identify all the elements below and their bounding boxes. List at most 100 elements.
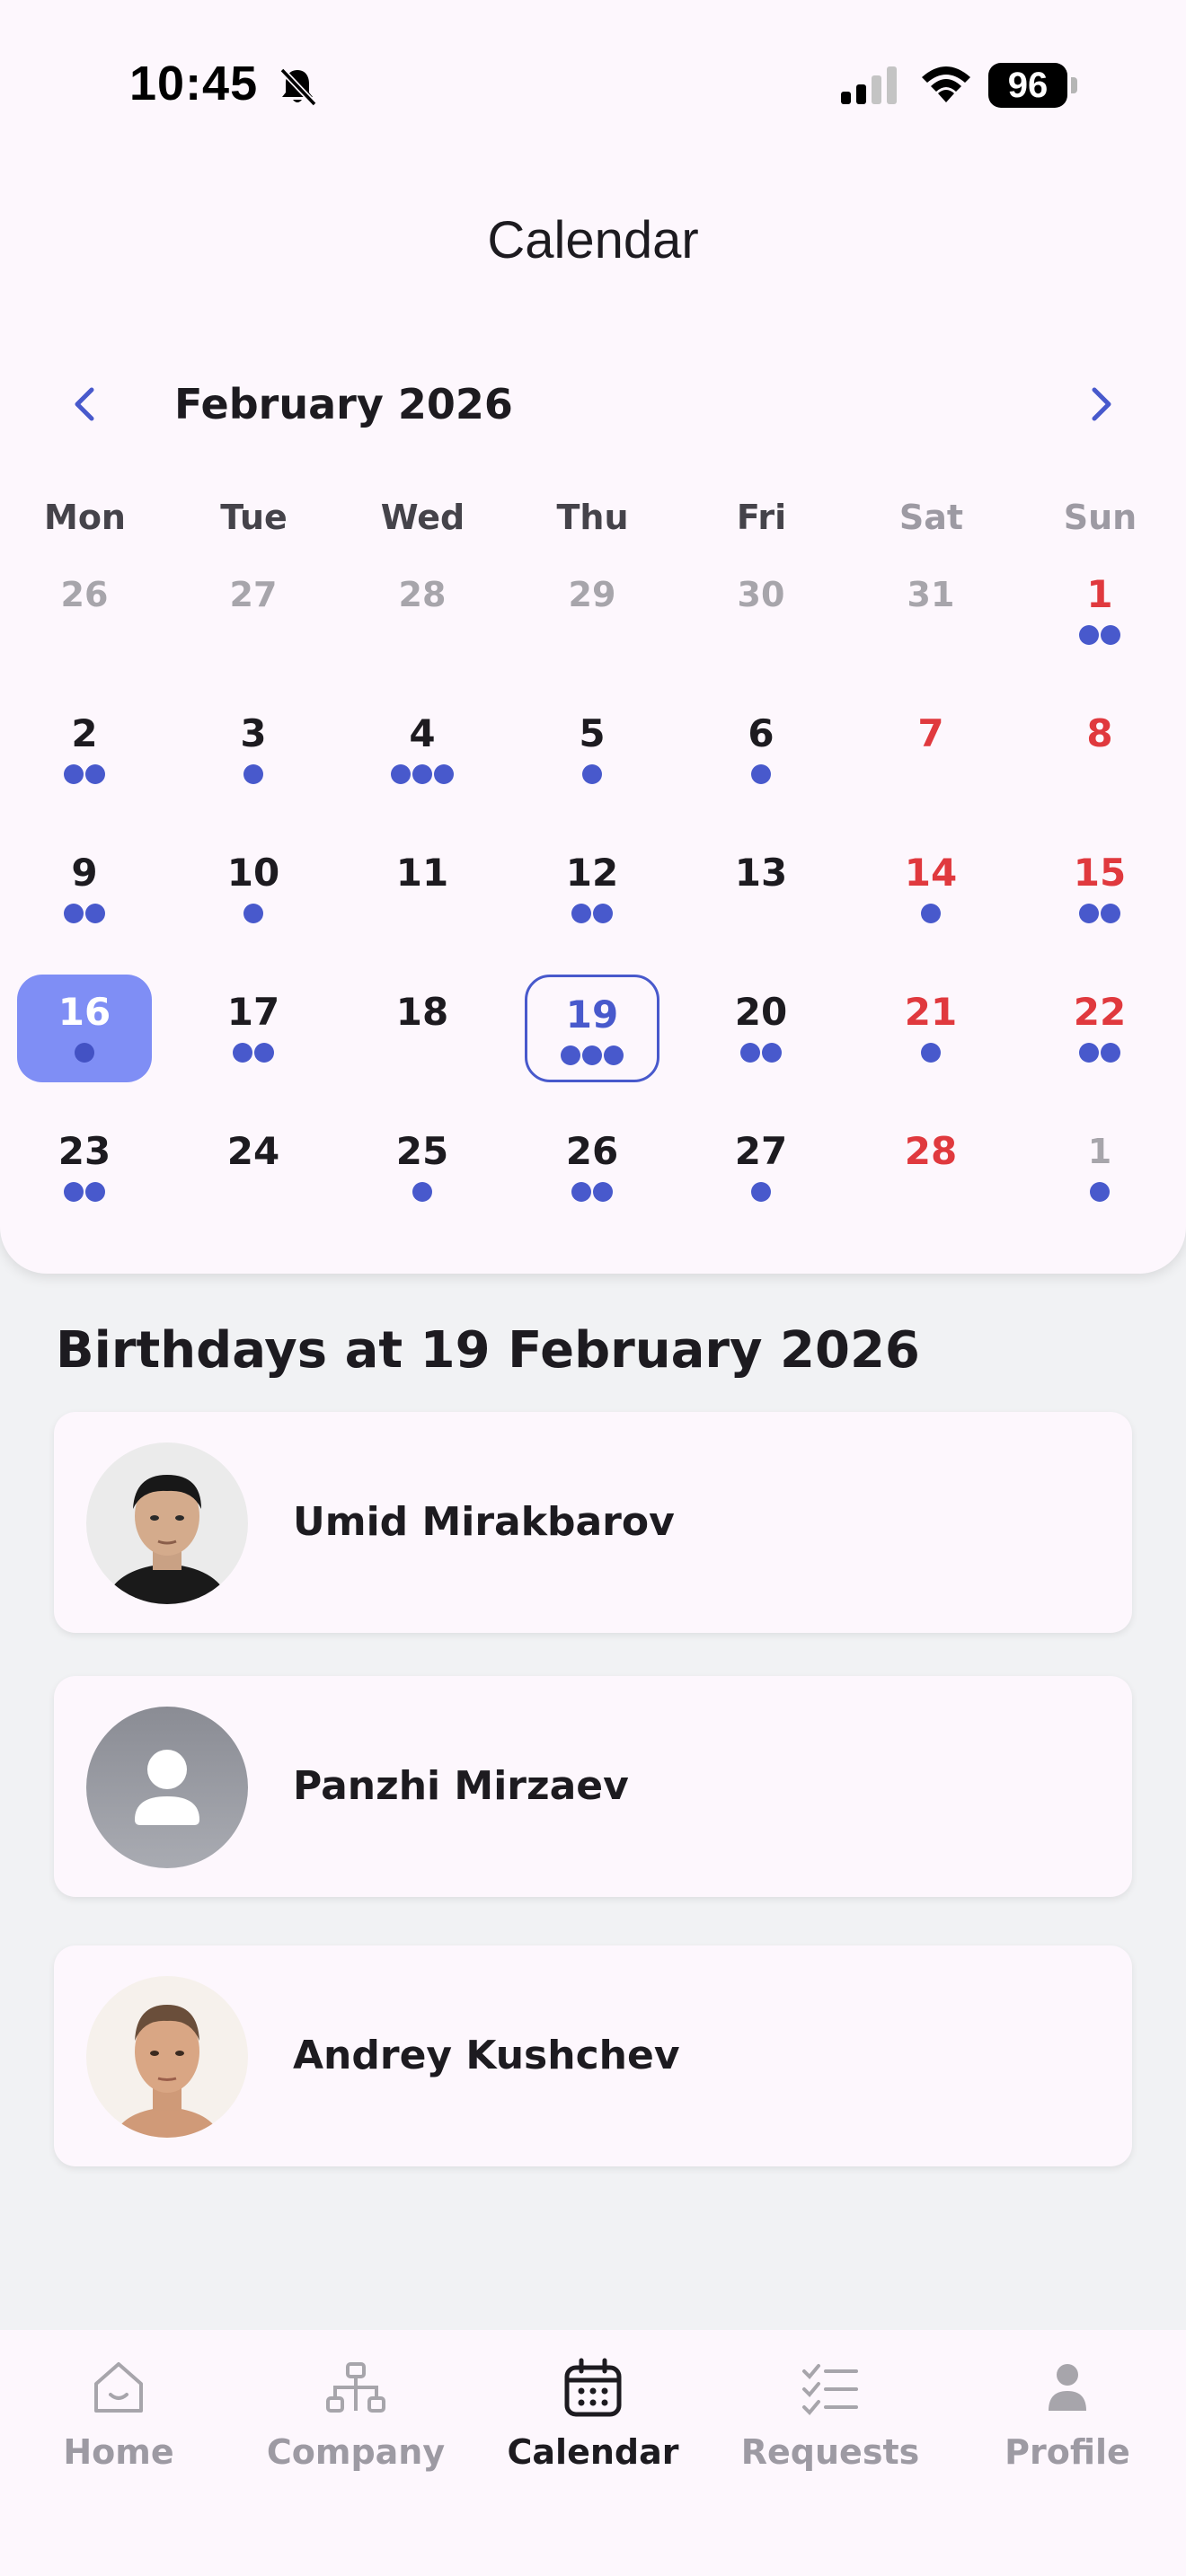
calendar-day[interactable]: 27 bbox=[694, 1114, 828, 1222]
checklist-icon bbox=[802, 2364, 858, 2415]
calendar-day-selected[interactable]: 19 bbox=[525, 975, 659, 1082]
day-number: 25 bbox=[395, 1129, 449, 1173]
calendar-day[interactable]: 28 bbox=[355, 557, 490, 665]
event-dot bbox=[64, 1182, 84, 1202]
calendar-day[interactable]: 26 bbox=[525, 1114, 659, 1222]
day-number: 26 bbox=[565, 1129, 619, 1173]
calendar-day[interactable]: 29 bbox=[525, 557, 659, 665]
event-dot bbox=[571, 1182, 591, 1202]
calendar-day[interactable]: 24 bbox=[186, 1114, 321, 1222]
day-number: 16 bbox=[58, 990, 111, 1034]
event-dots bbox=[1079, 904, 1120, 923]
bell-muted-icon bbox=[279, 67, 317, 107]
nav-label: Profile bbox=[1005, 2432, 1130, 2472]
home-icon bbox=[94, 2362, 143, 2413]
calendar-day[interactable]: 22 bbox=[1032, 975, 1167, 1082]
calendar-day[interactable]: 26 bbox=[17, 557, 152, 665]
day-number: 28 bbox=[904, 1129, 958, 1173]
day-number: 1 bbox=[1086, 572, 1113, 616]
event-dots bbox=[1090, 1182, 1110, 1202]
day-number: 14 bbox=[904, 851, 958, 895]
event-dot bbox=[571, 904, 591, 923]
calendar-day[interactable]: 27 bbox=[186, 557, 321, 665]
event-dots bbox=[75, 1043, 94, 1063]
calendar-day[interactable]: 18 bbox=[355, 975, 490, 1082]
calendar-day[interactable]: 4 bbox=[355, 696, 490, 804]
avatar-photo bbox=[86, 1442, 248, 1604]
org-chart-icon bbox=[326, 2362, 385, 2413]
calendar-day[interactable]: 2 bbox=[17, 696, 152, 804]
day-number: 1 bbox=[1087, 1132, 1112, 1171]
battery-icon: 96 bbox=[988, 63, 1078, 108]
calendar-day[interactable]: 14 bbox=[863, 835, 998, 943]
day-number: 26 bbox=[60, 575, 109, 614]
event-dot bbox=[582, 764, 602, 784]
next-month-button[interactable] bbox=[1078, 377, 1123, 431]
birthday-card[interactable]: Andrey Kushchev bbox=[54, 1945, 1132, 2166]
birthday-card[interactable]: Umid Mirakbarov bbox=[54, 1412, 1132, 1633]
calendar-day[interactable]: 31 bbox=[863, 557, 998, 665]
calendar-day[interactable]: 10 bbox=[186, 835, 321, 943]
calendar-day-today[interactable]: 16 bbox=[17, 975, 152, 1082]
calendar-day[interactable]: 21 bbox=[863, 975, 998, 1082]
calendar-day[interactable]: 1 bbox=[1032, 557, 1167, 665]
calendar-day[interactable]: 25 bbox=[355, 1114, 490, 1222]
event-dots bbox=[571, 904, 613, 923]
cellular-signal-icon bbox=[841, 66, 897, 104]
calendar-day[interactable]: 3 bbox=[186, 696, 321, 804]
calendar-day[interactable]: 13 bbox=[694, 835, 828, 943]
event-dot bbox=[434, 764, 454, 784]
event-dot bbox=[412, 764, 432, 784]
nav-home[interactable]: Home bbox=[0, 2357, 237, 2501]
calendar-day[interactable]: 7 bbox=[863, 696, 998, 804]
event-dot bbox=[64, 904, 84, 923]
day-number: 22 bbox=[1073, 990, 1127, 1034]
battery-level: 96 bbox=[988, 63, 1067, 108]
nav-requests[interactable]: Requests bbox=[712, 2357, 949, 2501]
calendar-day[interactable]: 15 bbox=[1032, 835, 1167, 943]
calendar-day[interactable]: 23 bbox=[17, 1114, 152, 1222]
event-dot bbox=[1079, 625, 1099, 645]
calendar-day[interactable]: 9 bbox=[17, 835, 152, 943]
nav-profile[interactable]: Profile bbox=[949, 2357, 1186, 2501]
calendar-day[interactable]: 17 bbox=[186, 975, 321, 1082]
avatar bbox=[86, 1976, 248, 2138]
day-number: 13 bbox=[734, 851, 788, 895]
event-dot bbox=[740, 1043, 760, 1063]
calendar-day[interactable]: 8 bbox=[1032, 696, 1167, 804]
event-dots bbox=[751, 1182, 771, 1202]
day-number: 10 bbox=[226, 851, 280, 895]
day-number: 31 bbox=[907, 575, 955, 614]
calendar-day[interactable]: 1 bbox=[1032, 1114, 1167, 1222]
event-dot bbox=[921, 904, 941, 923]
event-dots bbox=[1079, 625, 1120, 645]
day-number: 30 bbox=[737, 575, 785, 614]
day-number: 27 bbox=[229, 575, 278, 614]
status-bar: 10:45 96 bbox=[0, 0, 1186, 171]
weekday-label: Thu bbox=[556, 498, 629, 537]
day-number: 3 bbox=[240, 711, 267, 755]
event-dots bbox=[1079, 1043, 1120, 1063]
event-dot bbox=[243, 904, 263, 923]
day-number: 21 bbox=[904, 990, 958, 1034]
event-dot bbox=[582, 1045, 602, 1065]
calendar-day[interactable]: 11 bbox=[355, 835, 490, 943]
previous-month-button[interactable] bbox=[63, 377, 108, 431]
nav-company[interactable]: Company bbox=[237, 2357, 474, 2501]
calendar-day[interactable]: 30 bbox=[694, 557, 828, 665]
event-dots bbox=[243, 904, 263, 923]
calendar-day[interactable]: 12 bbox=[525, 835, 659, 943]
weekday-header: Mon Tue Wed Thu Fri Sat Sun bbox=[0, 490, 1186, 544]
person-name: Umid Mirakbarov bbox=[293, 1499, 675, 1545]
calendar-day[interactable]: 20 bbox=[694, 975, 828, 1082]
event-dot bbox=[593, 904, 613, 923]
weekday-label: Sat bbox=[898, 498, 964, 537]
calendar-day[interactable]: 5 bbox=[525, 696, 659, 804]
day-number: 28 bbox=[398, 575, 447, 614]
nav-calendar[interactable]: Calendar bbox=[474, 2357, 712, 2501]
day-number: 12 bbox=[565, 851, 619, 895]
calendar-day[interactable]: 28 bbox=[863, 1114, 998, 1222]
calendar-day[interactable]: 6 bbox=[694, 696, 828, 804]
event-dots bbox=[243, 764, 263, 784]
birthday-card[interactable]: Panzhi Mirzaev bbox=[54, 1676, 1132, 1897]
